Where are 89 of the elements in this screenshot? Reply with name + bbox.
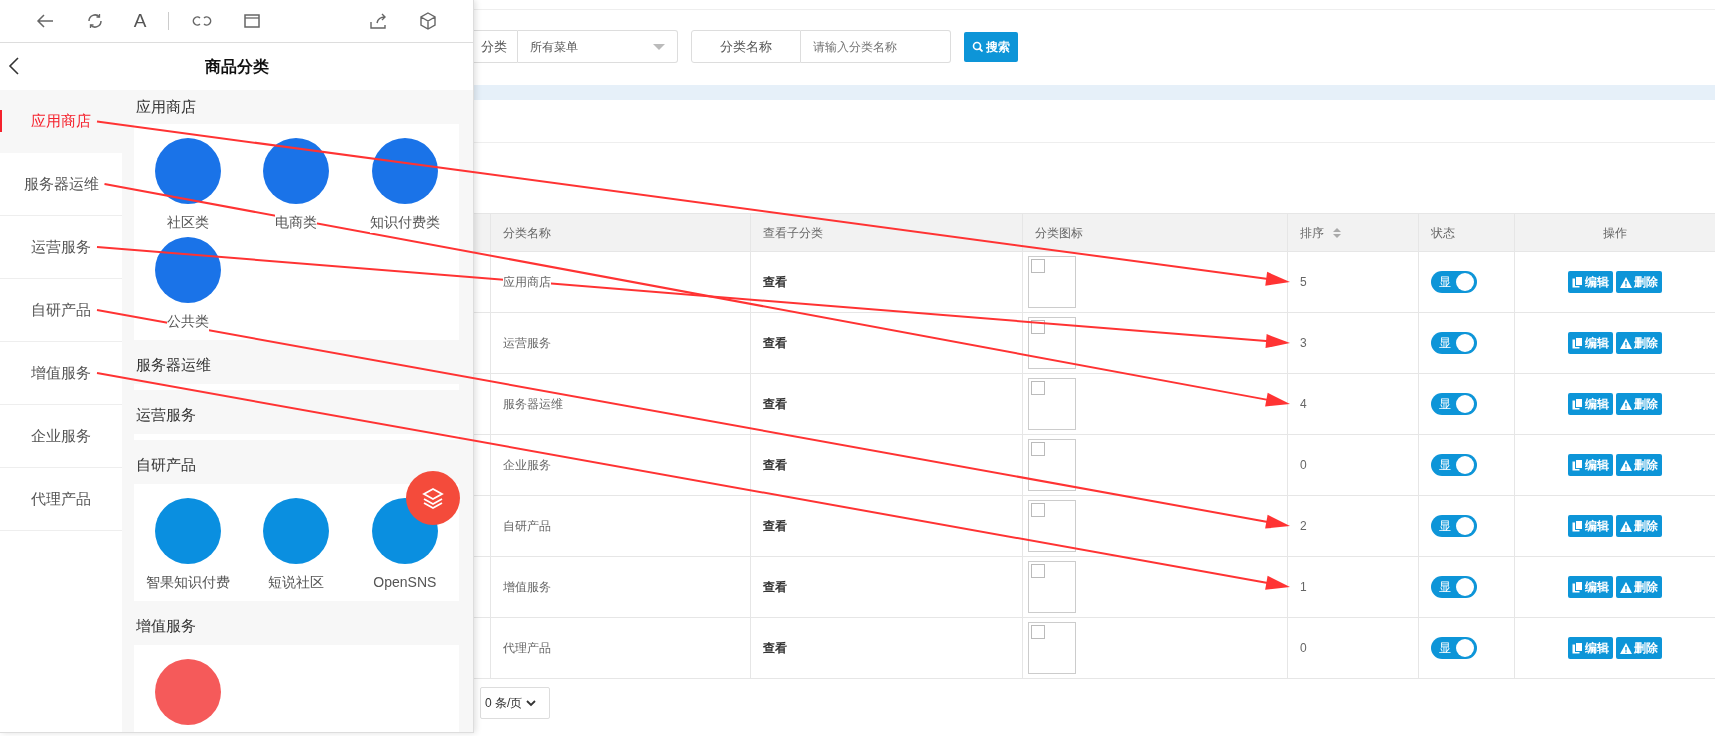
- sort-value: 2: [1300, 519, 1307, 533]
- edit-button[interactable]: 编辑: [1567, 576, 1613, 598]
- share-icon[interactable]: [368, 11, 388, 31]
- image-placeholder: [1028, 378, 1076, 430]
- column-header: 分类名称: [503, 225, 551, 240]
- view-link[interactable]: 查看: [763, 397, 787, 411]
- caret-icon: [653, 43, 665, 50]
- delete-button[interactable]: 删除: [1616, 332, 1663, 354]
- column-header: 查看子分类: [763, 225, 823, 240]
- delete-button[interactable]: 删除: [1616, 576, 1663, 598]
- caret-icon: [526, 699, 537, 707]
- column-header: 操作: [1603, 225, 1627, 240]
- name-search-field[interactable]: 请输入分类名称: [801, 30, 951, 63]
- column-header: 分类图标: [1035, 225, 1083, 240]
- warning-icon: [1620, 459, 1633, 471]
- status-toggle[interactable]: 显: [1431, 271, 1477, 293]
- layers-icon: [421, 486, 445, 510]
- warning-icon: [1620, 398, 1633, 410]
- copy-icon: [1571, 398, 1583, 410]
- category-name: 应用商店: [503, 275, 551, 289]
- view-link[interactable]: 查看: [763, 580, 787, 594]
- back-icon[interactable]: [8, 57, 20, 75]
- edit-button[interactable]: 编辑: [1567, 454, 1613, 476]
- category-name: 增值服务: [503, 580, 551, 594]
- page-size-select[interactable]: 0 条/页: [480, 687, 550, 719]
- search-button[interactable]: 搜索: [964, 31, 1018, 62]
- cube-icon[interactable]: [418, 11, 438, 31]
- layers-button[interactable]: [406, 471, 460, 525]
- sort-value: 3: [1300, 336, 1307, 350]
- image-placeholder: [1028, 561, 1076, 613]
- status-toggle[interactable]: 显: [1431, 637, 1477, 659]
- field-label: 分类名称: [691, 30, 801, 63]
- delete-button[interactable]: 删除: [1616, 637, 1663, 659]
- copy-icon: [1571, 581, 1583, 593]
- edit-button[interactable]: 编辑: [1567, 271, 1613, 293]
- warning-icon: [1620, 642, 1633, 654]
- image-placeholder: [1028, 622, 1076, 674]
- sort-value: 0: [1300, 641, 1307, 655]
- status-toggle[interactable]: 显: [1431, 454, 1477, 476]
- delete-button[interactable]: 删除: [1616, 515, 1663, 537]
- product-name: 公共类: [167, 311, 210, 332]
- view-link[interactable]: 查看: [763, 336, 787, 350]
- view-link[interactable]: 查看: [763, 641, 787, 655]
- status-toggle[interactable]: 显: [1431, 515, 1477, 537]
- status-toggle[interactable]: 显: [1431, 393, 1477, 415]
- delete-button[interactable]: 删除: [1616, 393, 1663, 415]
- font-button[interactable]: A: [120, 6, 160, 36]
- edit-button[interactable]: 编辑: [1567, 637, 1613, 659]
- category-name: 服务器运维: [503, 397, 563, 411]
- sort-value: 0: [1300, 458, 1307, 472]
- view-link[interactable]: 查看: [763, 458, 787, 472]
- category-select[interactable]: 所有菜单: [518, 30, 678, 63]
- copy-icon: [1571, 642, 1583, 654]
- refresh-icon[interactable]: [85, 11, 105, 31]
- category-name: 代理产品: [503, 641, 551, 655]
- warning-icon: [1620, 581, 1633, 593]
- category-name: 运营服务: [503, 336, 551, 350]
- warning-icon: [1620, 520, 1633, 532]
- image-placeholder: [1028, 439, 1076, 491]
- view-link[interactable]: 查看: [763, 519, 787, 533]
- category-name: 自研产品: [503, 519, 551, 533]
- edit-button[interactable]: 编辑: [1567, 515, 1613, 537]
- sort-value: 4: [1300, 397, 1307, 411]
- sort-value: 1: [1300, 580, 1307, 594]
- search-icon: [972, 41, 983, 52]
- window-icon[interactable]: [242, 11, 262, 31]
- column-header: 排序: [1300, 225, 1324, 240]
- copy-icon: [1571, 337, 1583, 349]
- copy-icon: [1571, 459, 1583, 471]
- delete-button[interactable]: 删除: [1616, 454, 1663, 476]
- copy-icon: [1571, 520, 1583, 532]
- image-placeholder: [1028, 317, 1076, 369]
- image-placeholder: [1028, 256, 1076, 308]
- delete-button[interactable]: 删除: [1616, 271, 1663, 293]
- status-toggle[interactable]: 显: [1431, 332, 1477, 354]
- image-placeholder: [1028, 500, 1076, 552]
- copy-icon: [1571, 276, 1583, 288]
- product-name: 知识付费类: [369, 212, 440, 233]
- warning-icon: [1620, 276, 1633, 288]
- category-name: 企业服务: [503, 458, 551, 472]
- edit-button[interactable]: 编辑: [1567, 332, 1613, 354]
- warning-icon: [1620, 337, 1633, 349]
- sidebar-item[interactable]: 应用商店: [0, 90, 122, 153]
- view-link[interactable]: 查看: [763, 275, 787, 289]
- edit-button[interactable]: 编辑: [1567, 393, 1613, 415]
- column-header: 状态: [1431, 225, 1455, 240]
- sort-value: 5: [1300, 275, 1307, 289]
- page-title: 商品分类: [204, 56, 269, 77]
- status-toggle[interactable]: 显: [1431, 576, 1477, 598]
